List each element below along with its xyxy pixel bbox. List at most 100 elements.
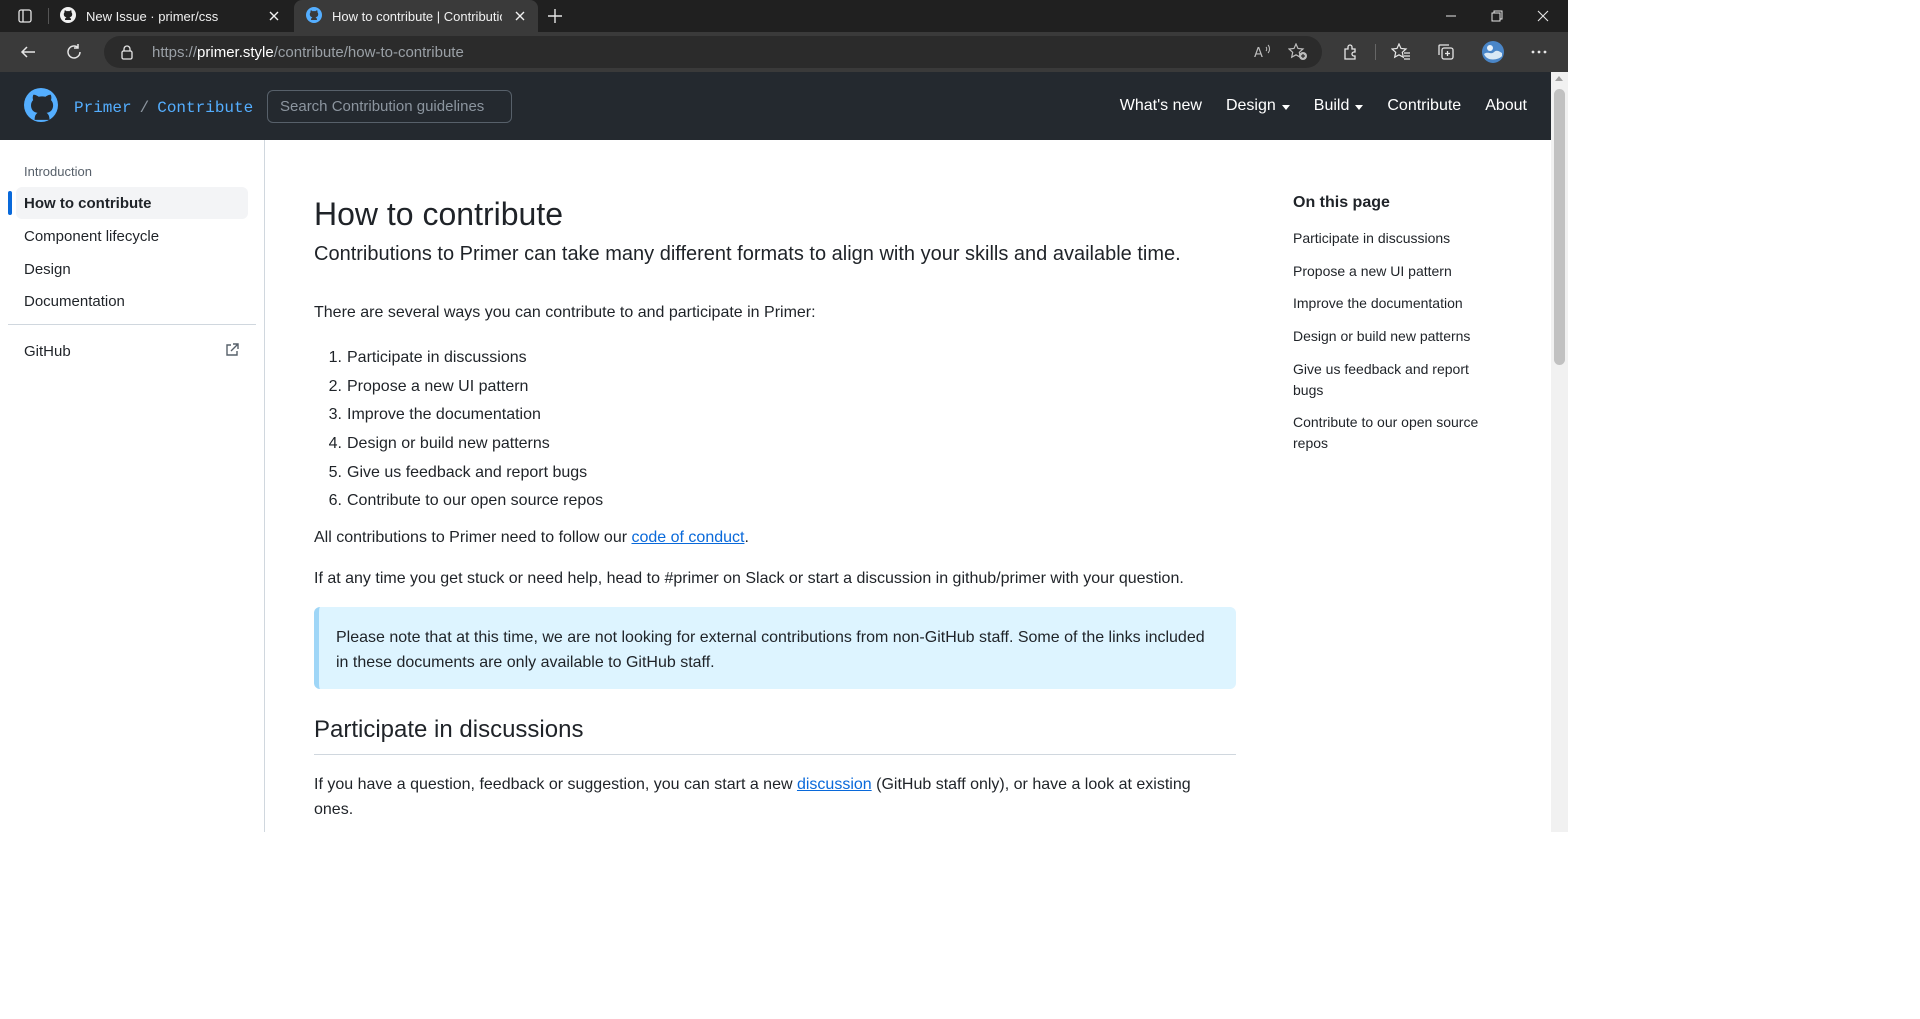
nav-design[interactable]: Design — [1226, 97, 1290, 115]
toc-item-open-source[interactable]: Contribute to our open source repos — [1293, 412, 1503, 454]
list-item: 3. Improve the documentation — [314, 401, 603, 430]
external-link-icon — [224, 342, 240, 362]
read-aloud-icon[interactable]: A — [1254, 44, 1272, 64]
list-item-text: Give us feedback and report bugs — [347, 463, 588, 481]
url-path: /contribute/how-to-contribute — [273, 43, 464, 61]
section-heading: Participate in discussions — [314, 716, 1236, 755]
caret-down-icon — [1355, 104, 1364, 110]
close-tab-icon[interactable] — [512, 8, 528, 24]
toc-item-improve-docs[interactable]: Improve the documentation — [1293, 293, 1503, 314]
close-window-icon[interactable] — [1520, 0, 1566, 32]
toc-title: On this page — [1293, 194, 1390, 211]
toc-item-propose[interactable]: Propose a new UI pattern — [1293, 261, 1503, 282]
github-icon — [306, 6, 322, 26]
sidebar-item-label: Component lifecycle — [24, 227, 160, 245]
refresh-icon[interactable] — [62, 40, 86, 64]
nav-label: Design — [1225, 97, 1276, 114]
brand-text: Primer / Contribute — [74, 99, 253, 117]
help-text: If at any time you get stuck or need hel… — [314, 570, 1184, 587]
sidebar: Introduction How to contribute Component… — [0, 140, 265, 832]
toc-item-design-build[interactable]: Design or build new patterns — [1293, 326, 1503, 347]
more-icon[interactable] — [1527, 40, 1551, 64]
sidebar-item-component-lifecycle[interactable]: Component lifecycle — [16, 220, 248, 252]
scroll-thumb[interactable] — [1554, 89, 1565, 365]
extensions-icon[interactable] — [1339, 40, 1363, 64]
section-text: If you have a question, feedback or sugg… — [314, 772, 1224, 822]
sidebar-item-github[interactable]: GitHub — [16, 335, 248, 367]
toolbar-divider — [1375, 44, 1376, 60]
conduct-before: All contributions to Primer need to foll… — [314, 529, 632, 546]
svg-text:A: A — [1254, 46, 1263, 60]
url-scheme: https:// — [152, 43, 198, 61]
conduct-after: . — [744, 529, 749, 546]
brand-separator: / — [139, 98, 150, 117]
search-input[interactable] — [267, 90, 512, 123]
list-item-text: Contribute to our open source repos — [347, 492, 604, 510]
new-tab-icon[interactable] — [532, 0, 578, 32]
sidebar-item-how-to-contribute[interactable]: How to contribute — [16, 187, 248, 219]
list-number: 1. — [328, 349, 342, 367]
discussion-link[interactable]: discussion — [797, 776, 872, 793]
list-number: 6. — [328, 492, 342, 510]
address-bar[interactable]: https://primer.style/contribute/how-to-c… — [104, 36, 1322, 68]
tab-actions-icon[interactable] — [2, 0, 48, 32]
top-nav: What's new Design Build Contribute About — [1120, 72, 1527, 140]
page-scrollbar[interactable] — [1551, 72, 1568, 832]
toc-item-participate[interactable]: Participate in discussions — [1293, 228, 1503, 249]
sidebar-item-documentation[interactable]: Documentation — [16, 285, 248, 317]
github-icon — [60, 6, 76, 26]
staff-note: Please note that at this time, we are no… — [314, 607, 1236, 689]
nav-label: Build — [1313, 97, 1350, 114]
minimize-icon[interactable] — [1428, 0, 1474, 32]
nav-about[interactable]: About — [1485, 97, 1527, 115]
sidebar-heading[interactable]: Introduction — [24, 164, 92, 179]
github-logo-icon — [24, 88, 58, 127]
collections-icon[interactable] — [1434, 40, 1458, 64]
browser-tab-strip: New Issue · primer/css How to contribute… — [0, 0, 1568, 32]
brand-secondary: Contribute — [157, 98, 254, 117]
favorite-add-icon[interactable] — [1287, 42, 1308, 65]
lock-icon — [120, 44, 134, 64]
active-indicator — [8, 191, 12, 215]
brand[interactable]: Primer / Contribute — [24, 88, 253, 127]
nav-contribute[interactable]: Contribute — [1387, 97, 1461, 115]
contribution-list: 1. Participate in discussions 2. Propose a… — [314, 344, 604, 516]
restore-icon[interactable] — [1474, 0, 1520, 32]
sidebar-divider — [8, 324, 256, 325]
toc-item-feedback[interactable]: Give us feedback and report bugs — [1293, 359, 1503, 401]
list-item: 5. Give us feedback and report bugs — [314, 458, 603, 487]
nav-whats-new[interactable]: What's new — [1120, 97, 1202, 115]
list-item-text: Design or build new patterns — [347, 435, 550, 453]
intro-text: There are several ways you can contribut… — [314, 304, 816, 321]
profile-avatar[interactable] — [1481, 40, 1505, 64]
sidebar-item-label: Design — [24, 260, 71, 278]
scroll-up-icon[interactable] — [1555, 76, 1563, 81]
nav-label: What's new — [1119, 97, 1202, 114]
tab-new-issue[interactable]: New Issue · primer/css — [48, 0, 292, 32]
conduct-text: All contributions to Primer need to foll… — [314, 529, 749, 547]
nav-label: About — [1485, 97, 1527, 114]
list-item-text: Improve the documentation — [347, 406, 541, 424]
sidebar-item-label: How to contribute — [24, 194, 152, 212]
list-item: 6. Contribute to our open source repos — [314, 487, 604, 516]
back-icon[interactable] — [16, 40, 40, 64]
caret-down-icon — [1281, 104, 1290, 110]
sidebar-item-design[interactable]: Design — [16, 253, 248, 285]
nav-label: Contribute — [1387, 97, 1462, 114]
url-host: primer.style — [197, 43, 274, 61]
tab-title: How to contribute | Contribution — [332, 8, 502, 24]
list-number: 3. — [328, 406, 342, 424]
browser-toolbar: https://primer.style/contribute/how-to-c… — [0, 32, 1568, 72]
tab-how-to-contribute[interactable]: How to contribute | Contribution — [294, 0, 538, 32]
list-item-text: Propose a new UI pattern — [347, 377, 529, 395]
list-item: 4. Design or build new patterns — [314, 430, 603, 459]
list-item: 1. Participate in discussions — [314, 344, 603, 373]
close-tab-icon[interactable] — [266, 8, 282, 24]
list-number: 5. — [328, 463, 342, 481]
tab-title: New Issue · primer/css — [86, 8, 219, 24]
nav-build[interactable]: Build — [1314, 97, 1364, 115]
favorites-icon[interactable] — [1389, 40, 1413, 64]
code-of-conduct-link[interactable]: code of conduct — [631, 529, 744, 546]
list-item: 2. Propose a new UI pattern — [314, 373, 603, 402]
brand-primary: Primer — [74, 98, 132, 117]
